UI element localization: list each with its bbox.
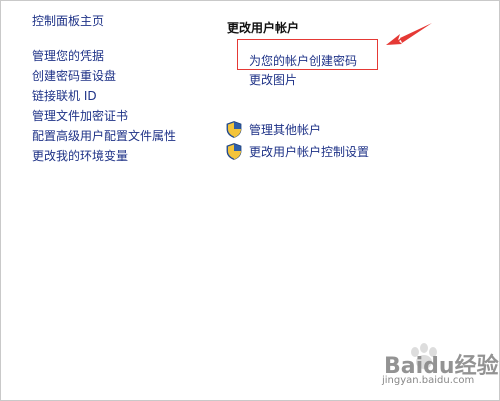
nav-manage-encryption-certificates[interactable]: 管理文件加密证书 <box>32 108 128 124</box>
change-uac-settings-label: 更改用户帐户控制设置 <box>249 145 370 159</box>
highlight-box <box>237 39 378 70</box>
watermark-url: jingyan.baidu.com <box>382 375 475 386</box>
manage-other-accounts-link[interactable]: 管理其他帐户 <box>226 121 321 138</box>
annotation-arrow-icon <box>386 23 432 45</box>
nav-link-online-id[interactable]: 链接联机 ID <box>32 88 97 104</box>
nav-manage-credentials[interactable]: 管理您的凭据 <box>32 48 104 64</box>
page-title: 更改用户帐户 <box>227 21 300 35</box>
nav-control-panel-home[interactable]: 控制面板主页 <box>32 12 104 29</box>
nav-change-environment-variables[interactable]: 更改我的环境变量 <box>32 148 128 164</box>
nav-create-password-reset-disk[interactable]: 创建密码重设盘 <box>32 68 116 84</box>
uac-shield-icon <box>226 143 242 160</box>
manage-other-accounts-label: 管理其他帐户 <box>249 123 322 137</box>
change-picture-link[interactable]: 更改图片 <box>249 71 297 88</box>
uac-shield-icon <box>226 121 242 138</box>
change-uac-settings-link[interactable]: 更改用户帐户控制设置 <box>226 143 369 160</box>
nav-advanced-profile-properties[interactable]: 配置高级用户配置文件属性 <box>32 128 176 144</box>
